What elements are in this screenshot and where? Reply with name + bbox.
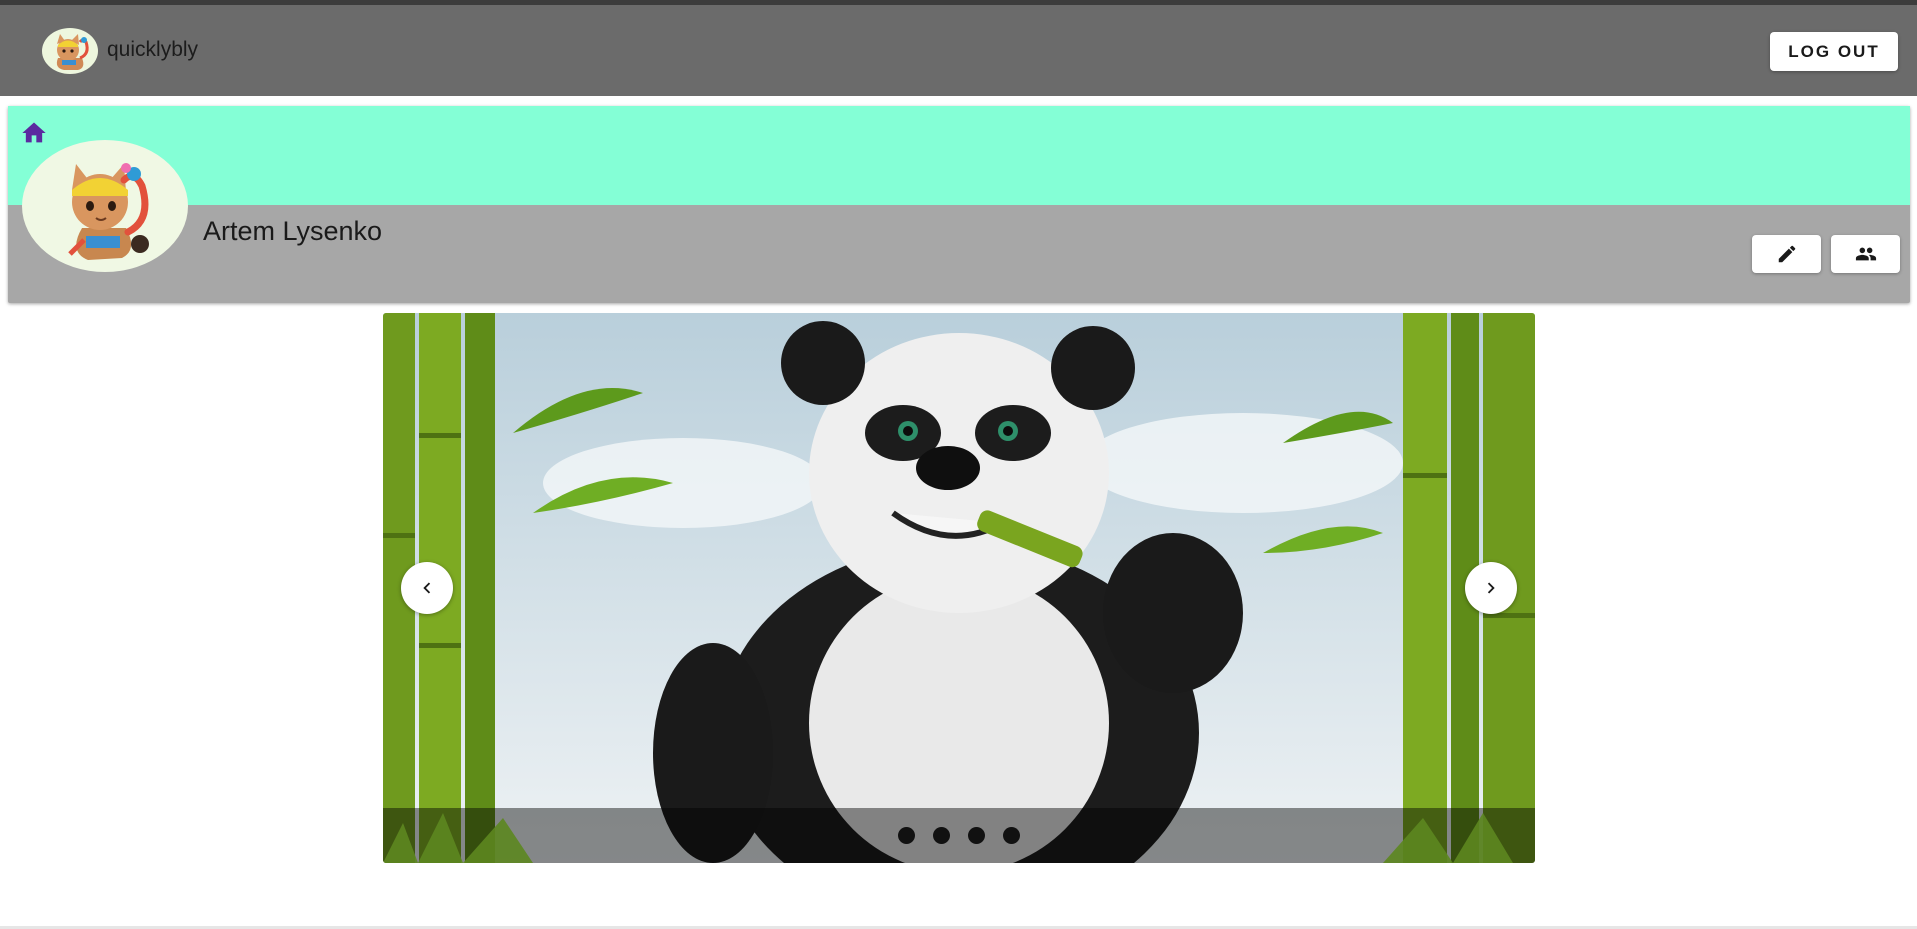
- pencil-icon: [1778, 245, 1795, 263]
- cat-character-icon: [68, 163, 149, 260]
- people-icon: [1855, 247, 1876, 261]
- carousel-dot[interactable]: [1003, 827, 1020, 844]
- chevron-right-icon: [1487, 582, 1495, 594]
- profile-avatar: [22, 140, 188, 272]
- cat-avatar-icon: [56, 34, 89, 70]
- friends-button[interactable]: [1831, 235, 1900, 273]
- chevron-left-icon: [423, 582, 431, 594]
- profile-card: Artem Lysenko: [8, 106, 1910, 303]
- edit-profile-button[interactable]: [1752, 235, 1821, 273]
- profile-name: Artem Lysenko: [203, 216, 383, 246]
- username: quicklybly: [107, 38, 199, 61]
- profile-cover: [8, 106, 1910, 205]
- carousel-dot[interactable]: [933, 827, 950, 844]
- carousel-prev-button[interactable]: [401, 562, 453, 614]
- app-bar: quicklybly LOG OUT: [0, 5, 1917, 96]
- carousel-indicators: [383, 808, 1535, 863]
- carousel-dot[interactable]: [968, 827, 985, 844]
- logout-button[interactable]: LOG OUT: [1770, 32, 1898, 71]
- image-carousel: [383, 313, 1535, 863]
- user-avatar[interactable]: [42, 28, 98, 74]
- panda-slide-image: [383, 313, 1535, 863]
- home-icon[interactable]: [20, 119, 48, 147]
- carousel-dot[interactable]: [898, 827, 915, 844]
- carousel-next-button[interactable]: [1465, 562, 1517, 614]
